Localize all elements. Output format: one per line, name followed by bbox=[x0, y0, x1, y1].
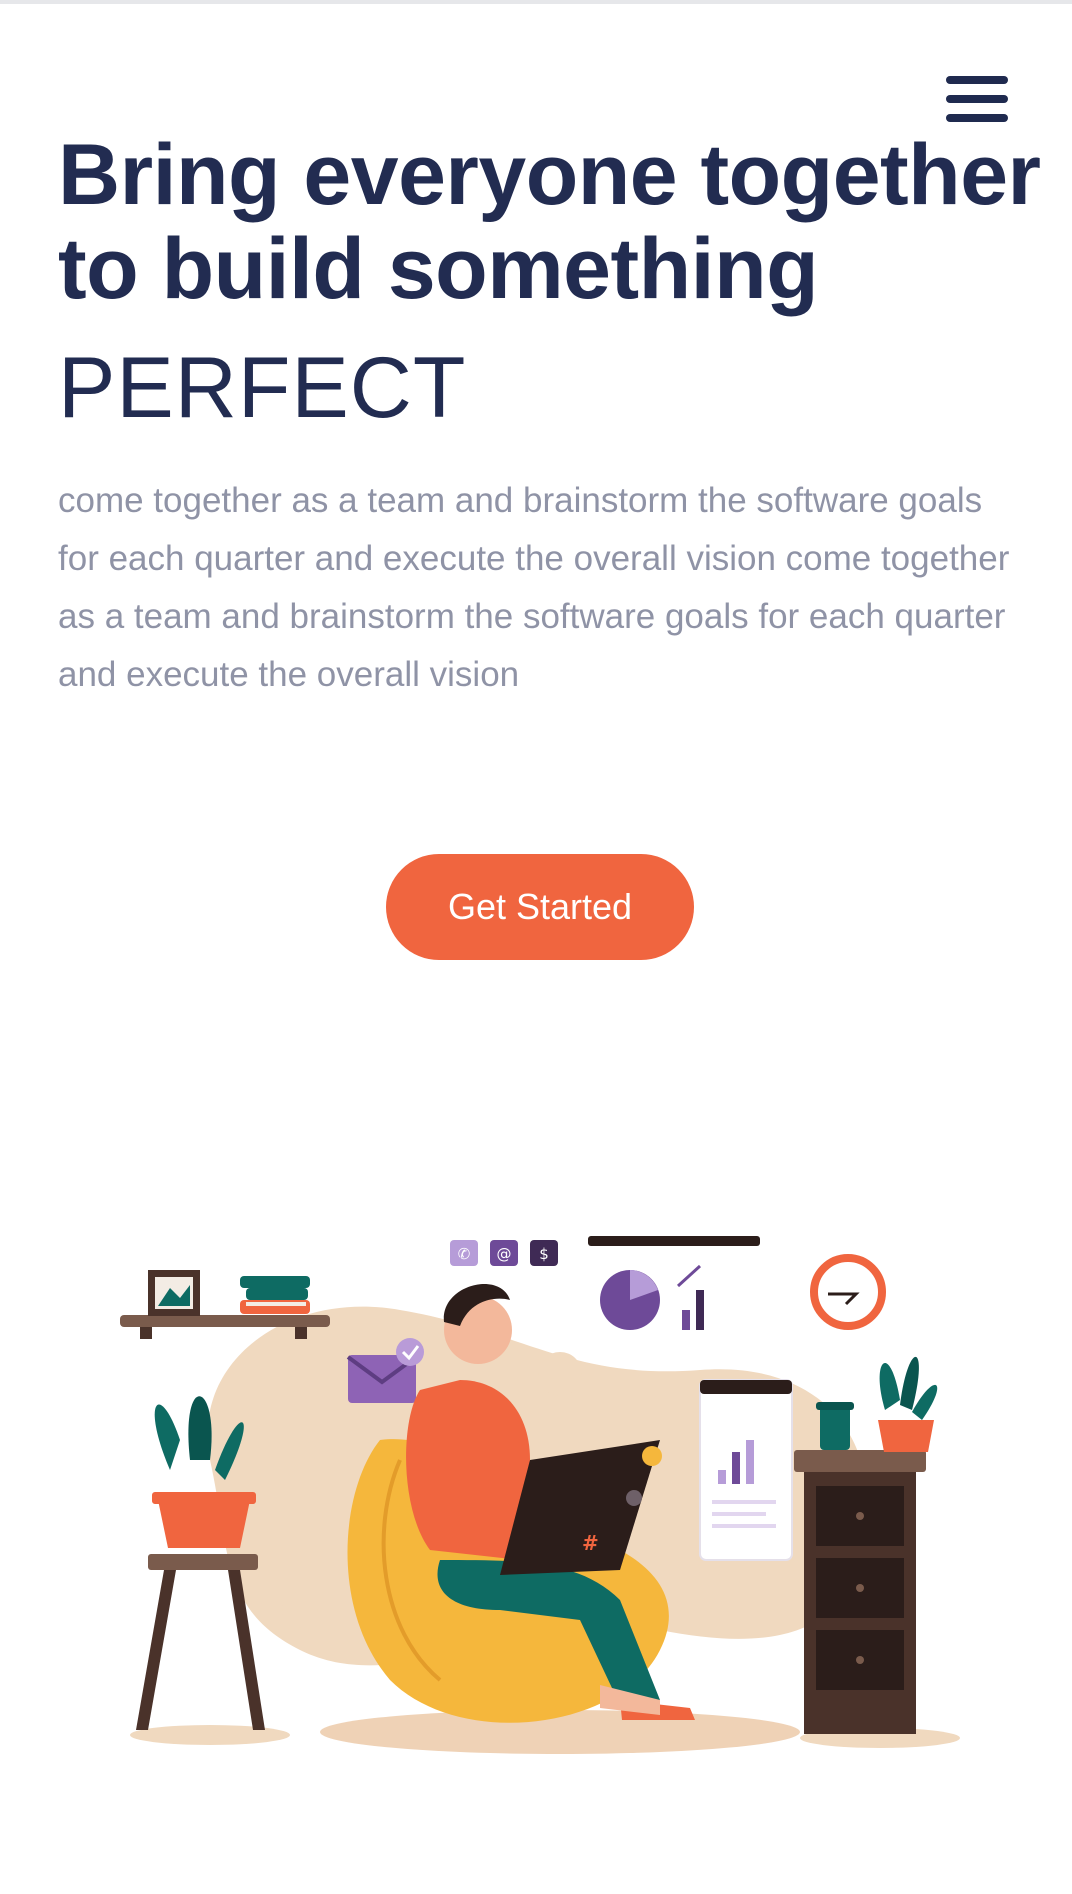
dashboard-bar bbox=[588, 1236, 760, 1246]
plant-leaf bbox=[900, 1356, 919, 1410]
svg-text:@: @ bbox=[497, 1245, 512, 1263]
book bbox=[240, 1276, 310, 1288]
menu-bar bbox=[946, 95, 1008, 103]
coffee-cup bbox=[820, 1406, 850, 1450]
shelf-bracket bbox=[140, 1327, 152, 1339]
hero-description: come together as a team and brainstorm t… bbox=[58, 481, 1010, 694]
bubble bbox=[538, 1352, 582, 1396]
floor-shadow-left bbox=[130, 1725, 290, 1745]
stool-leg bbox=[136, 1570, 176, 1730]
svg-text:#: # bbox=[582, 1531, 599, 1555]
hero-subtitle: PERFECT bbox=[58, 340, 467, 436]
plant-pot bbox=[878, 1420, 934, 1452]
hero-title: Bring everyone together to build somethi… bbox=[58, 127, 1041, 317]
plant-leaf bbox=[188, 1396, 212, 1460]
check-badge bbox=[396, 1338, 424, 1366]
plant-leaf bbox=[879, 1362, 900, 1410]
get-started-button[interactable]: Get Started bbox=[386, 854, 694, 960]
person-working-on-laptop-illustration: ✆ @ $ # bbox=[120, 1236, 960, 1754]
stool-top bbox=[148, 1554, 258, 1570]
top-divider bbox=[0, 0, 1072, 4]
bubble bbox=[282, 1592, 318, 1628]
cabinet-top bbox=[794, 1450, 926, 1472]
bar-chart-icon bbox=[682, 1310, 690, 1330]
plant-pot bbox=[158, 1500, 250, 1548]
svg-text:✆: ✆ bbox=[458, 1245, 471, 1263]
shelf-bracket bbox=[295, 1327, 307, 1339]
wall-shelf bbox=[120, 1315, 330, 1327]
plant-leaf bbox=[154, 1404, 180, 1470]
book bbox=[246, 1288, 308, 1300]
hamburger-menu-icon[interactable] bbox=[946, 74, 1008, 124]
menu-bar bbox=[946, 76, 1008, 84]
menu-bar bbox=[946, 114, 1008, 122]
svg-text:$: $ bbox=[539, 1245, 549, 1263]
